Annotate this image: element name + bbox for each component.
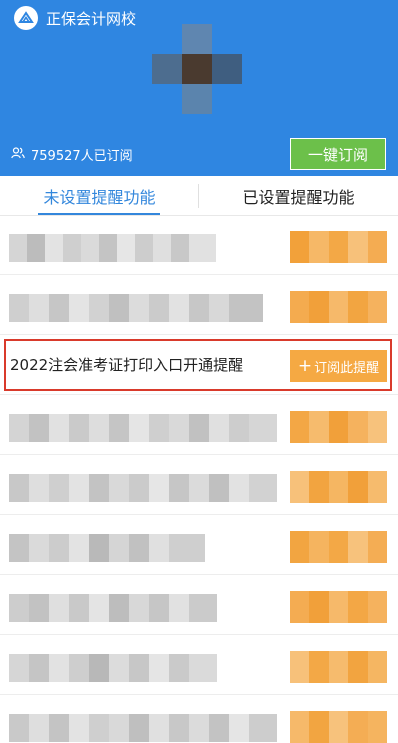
subscriber-count: 759527人已订阅 — [11, 145, 133, 164]
obscured-subscribe-button[interactable] — [290, 231, 388, 263]
tab-divider — [198, 184, 199, 208]
tab-unset-reminders[interactable]: 未设置提醒功能 — [0, 176, 199, 215]
obscured-title — [9, 294, 263, 322]
list-item — [0, 397, 398, 455]
subscribe-reminder-button[interactable]: + 订阅此提醒 — [290, 350, 387, 382]
subscriber-count-text: 759527人已订阅 — [31, 149, 133, 164]
subscribe-all-button[interactable]: 一键订阅 — [290, 138, 386, 170]
list-item — [0, 277, 398, 335]
obscured-title — [9, 474, 277, 502]
list-item — [0, 697, 398, 743]
obscured-title — [9, 654, 217, 682]
header: 正保会计网校 759527人已订阅 一键订阅 — [0, 0, 398, 176]
obscured-title — [9, 414, 277, 442]
obscured-subscribe-button[interactable] — [290, 651, 388, 683]
obscured-subscribe-button[interactable] — [290, 531, 388, 563]
list-item — [0, 637, 398, 695]
avatar — [152, 24, 242, 114]
subscribe-reminder-label: 订阅此提醒 — [314, 360, 380, 376]
reminder-title: 2022注会准考证打印入口开通提醒 — [10, 356, 244, 374]
plus-icon: + — [297, 355, 313, 376]
list-item — [0, 457, 398, 515]
tab-set-reminders[interactable]: 已设置提醒功能 — [199, 176, 398, 215]
list-item — [0, 517, 398, 575]
active-tab-indicator — [38, 213, 160, 215]
obscured-subscribe-button[interactable] — [290, 291, 388, 323]
obscured-subscribe-button[interactable] — [290, 411, 388, 443]
obscured-title — [9, 594, 217, 622]
tab-bar: 未设置提醒功能 已设置提醒功能 — [0, 176, 398, 216]
brand-logo[interactable]: 正保会计网校 — [14, 6, 136, 30]
obscured-subscribe-button[interactable] — [290, 591, 388, 623]
obscured-subscribe-button[interactable] — [290, 471, 388, 503]
obscured-title — [9, 234, 216, 262]
obscured-title — [9, 534, 205, 562]
list-item — [0, 577, 398, 635]
obscured-subscribe-button[interactable] — [290, 711, 388, 743]
list-item — [0, 217, 398, 275]
logo-icon — [14, 6, 38, 30]
brand-name: 正保会计网校 — [46, 9, 137, 28]
obscured-title — [9, 714, 277, 742]
users-icon — [11, 146, 25, 163]
